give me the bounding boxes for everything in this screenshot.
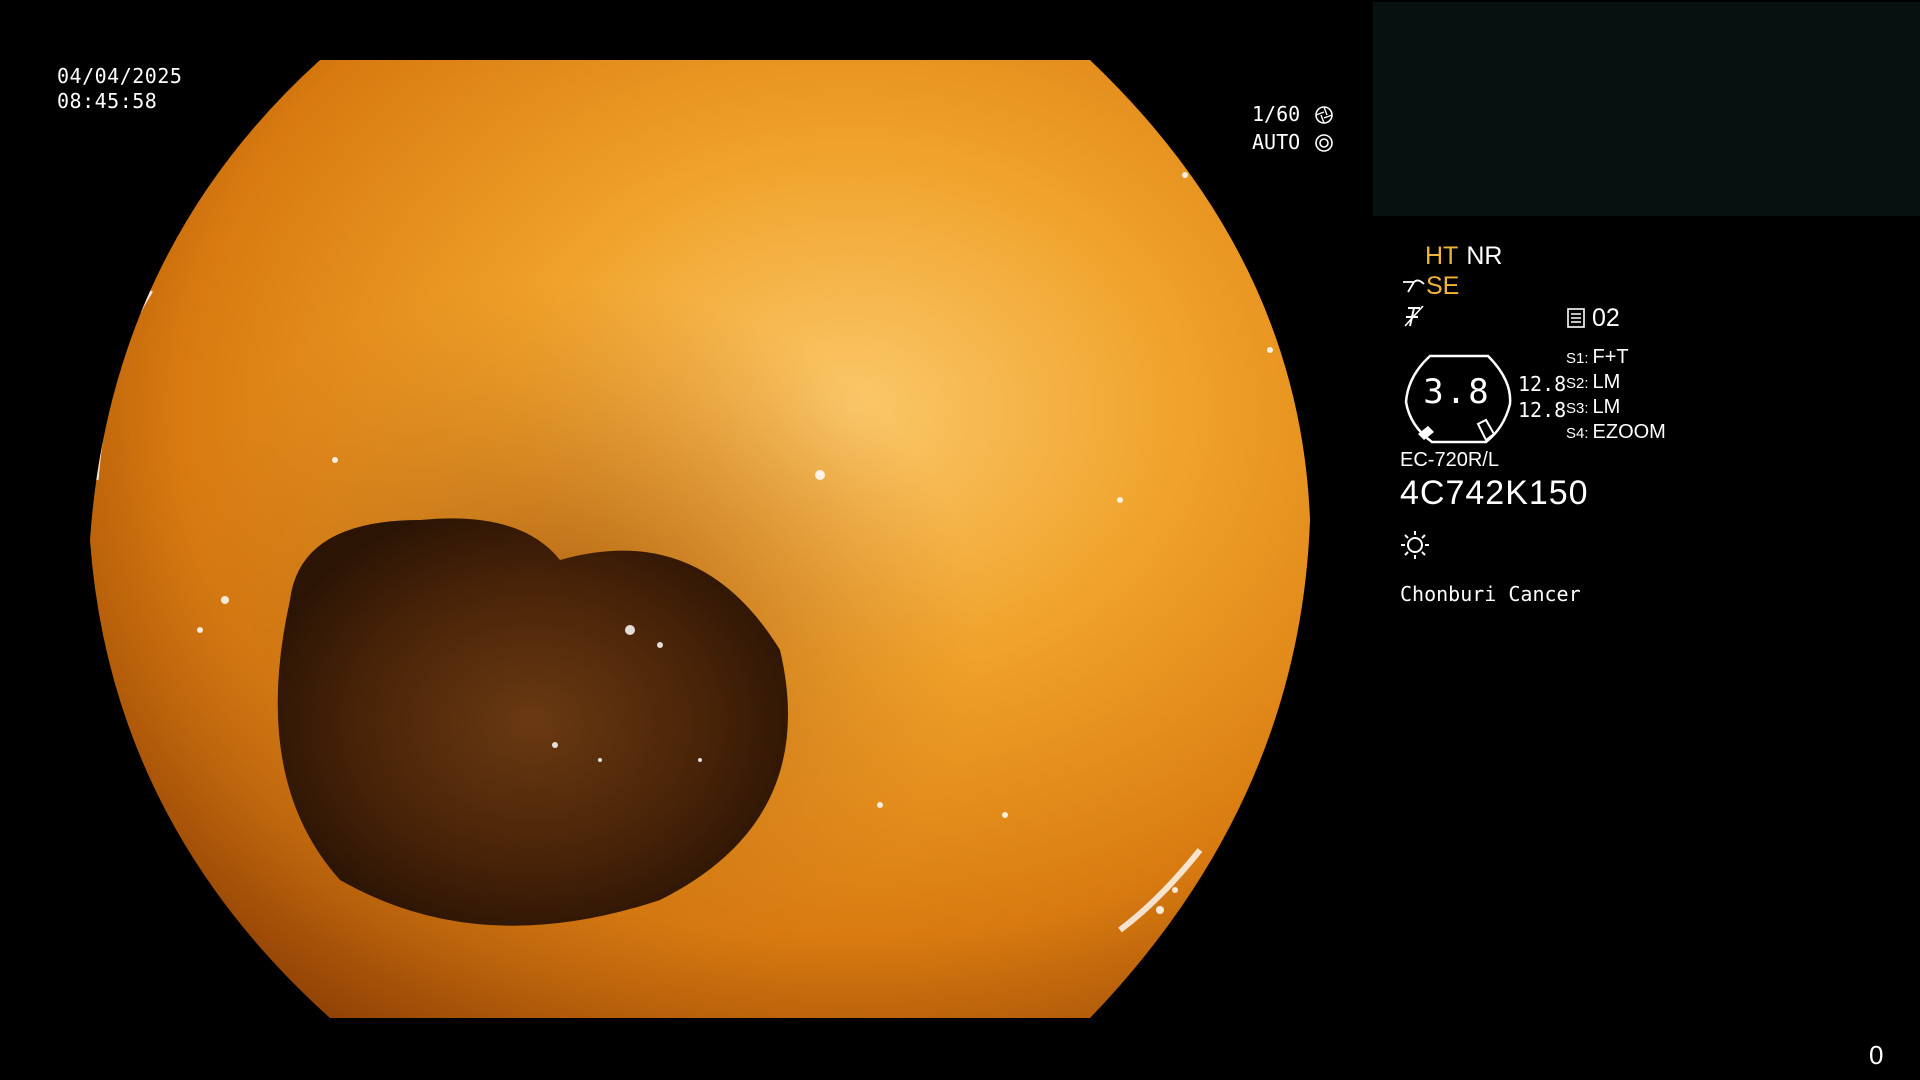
frame-counter: 0 xyxy=(1869,1040,1884,1070)
date-text: 04/04/2025 xyxy=(57,64,183,88)
nr-label: NR xyxy=(1466,242,1503,270)
slot-value: LM xyxy=(1592,396,1621,418)
ht-label: HT xyxy=(1425,242,1459,270)
gauge-side-value-1: 12.8 xyxy=(1518,372,1567,396)
iris-mode: AUTO xyxy=(1252,128,1334,156)
light-source-icon xyxy=(1401,531,1429,559)
se-mode: SE xyxy=(1402,272,1459,301)
iris-mode-text: AUTO xyxy=(1252,130,1301,154)
slot-value: LM xyxy=(1592,371,1621,393)
institution-name: Chonburi Cancer xyxy=(1400,582,1581,606)
info-panel: HT NR SE 02 3.8 12.8 12.8 S1: F+T S2: LM S3… xyxy=(1380,0,1920,1080)
shutter-speed: 1/60 xyxy=(1252,100,1334,128)
sequence-indicator: 02 xyxy=(1566,304,1620,333)
slot-s2: S2: LM xyxy=(1566,371,1666,396)
iris-icon xyxy=(1315,134,1334,152)
sequence-number: 02 xyxy=(1592,304,1620,332)
slot-s4: S4: EZOOM xyxy=(1566,421,1666,446)
slot-key: S2: xyxy=(1566,375,1589,392)
exposure-info: 1/60 AUTO xyxy=(1252,100,1334,156)
slot-key: S3: xyxy=(1566,400,1589,417)
slot-s1: S1: F+T xyxy=(1566,346,1666,371)
aperture-icon xyxy=(1315,106,1334,124)
scope-serial: 4C742K150 xyxy=(1400,474,1589,512)
slot-value: EZOOM xyxy=(1592,421,1666,443)
gauge-side-value-2: 12.8 xyxy=(1518,398,1567,422)
se-label: SE xyxy=(1426,272,1460,300)
slot-s3: S3: LM xyxy=(1566,396,1666,421)
shutter-speed-text: 1/60 xyxy=(1252,102,1301,126)
slot-value: F+T xyxy=(1592,346,1629,368)
processing-modes: HT NR xyxy=(1425,242,1510,271)
scope-switch-slots: S1: F+T S2: LM S3: LM S4: EZOOM xyxy=(1566,346,1666,446)
slot-key: S1: xyxy=(1566,350,1589,367)
endoscope-view: 04/04/2025 08:45:58 1/60 AUTO xyxy=(0,0,1372,1080)
structure-enhance-icon xyxy=(1403,279,1425,293)
color-tone-icon xyxy=(1404,305,1424,327)
scope-model: EC-720R/L xyxy=(1400,449,1499,471)
slot-key: S4: xyxy=(1566,425,1589,442)
time-text: 08:45:58 xyxy=(57,89,158,113)
datetime: 04/04/2025 08:45:58 xyxy=(57,64,182,114)
memo-icon xyxy=(1567,308,1585,328)
zoom-value: 3.8 xyxy=(1423,372,1491,412)
endoscopic-image xyxy=(90,60,1310,1018)
